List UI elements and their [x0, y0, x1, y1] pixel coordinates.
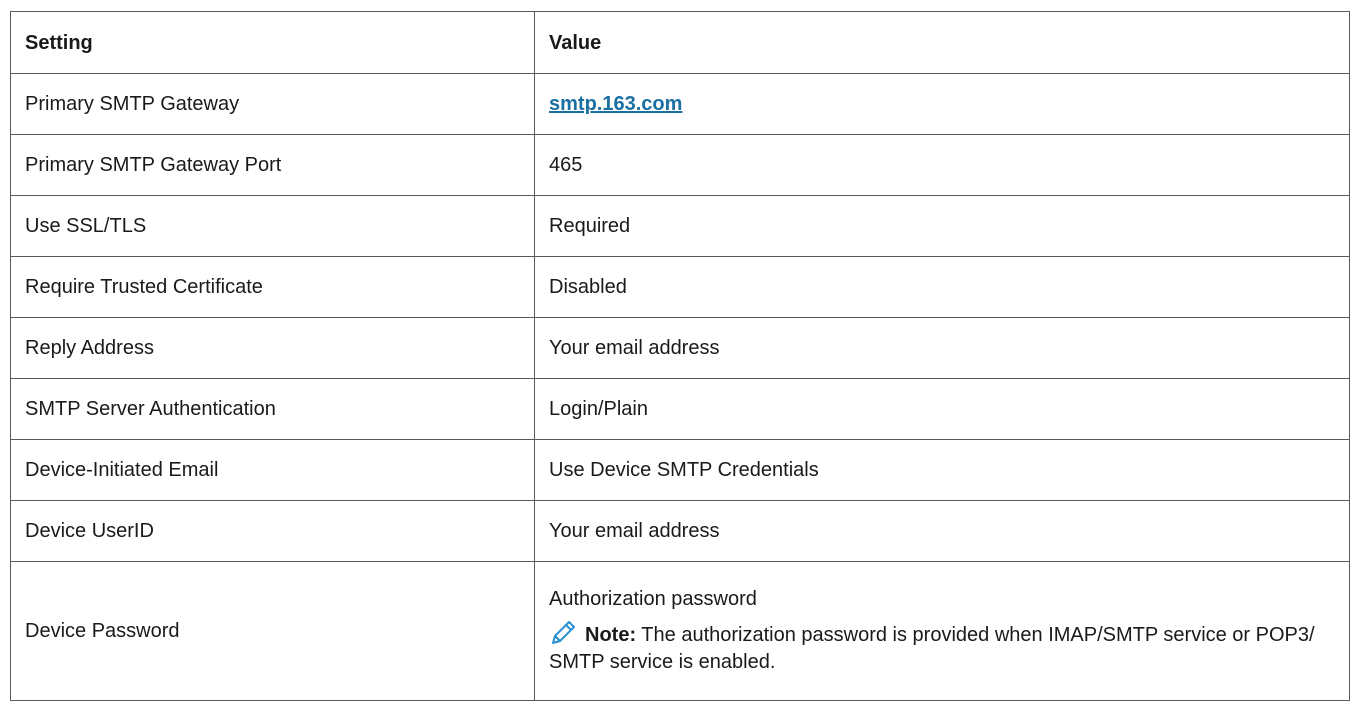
value-cell: Login/Plain: [534, 378, 1350, 440]
smtp-gateway-link[interactable]: smtp.163.com: [549, 93, 682, 115]
table-row: Reply Address Your email address: [10, 317, 1350, 379]
table-row: Device Password Authorization password N…: [10, 561, 1350, 701]
setting-cell: Use SSL/TLS: [10, 195, 535, 257]
setting-cell: Primary SMTP Gateway: [10, 73, 535, 135]
note: Note: The authorization password is prov…: [549, 617, 1335, 676]
value-cell: Disabled: [534, 256, 1350, 318]
setting-cell: SMTP Server Authentication: [10, 378, 535, 440]
table-row: Use SSL/TLS Required: [10, 195, 1350, 257]
table-row: Device UserID Your email address: [10, 500, 1350, 562]
value-cell: Required: [534, 195, 1350, 257]
setting-cell: Device-Initiated Email: [10, 439, 535, 501]
setting-cell: Reply Address: [10, 317, 535, 379]
value-cell: smtp.163.com: [534, 73, 1350, 135]
header-setting: Setting: [10, 11, 535, 74]
table-row: SMTP Server Authentication Login/Plain: [10, 378, 1350, 440]
setting-cell: Primary SMTP Gateway Port: [10, 134, 535, 196]
pencil-icon: [552, 620, 575, 644]
setting-cell: Device UserID: [10, 500, 535, 562]
note-label: Note:: [585, 623, 637, 646]
table-body: Primary SMTP Gateway smtp.163.com Primar…: [10, 73, 1350, 701]
setting-cell: Device Password: [10, 561, 535, 701]
header-row: Setting Value: [10, 11, 1350, 74]
table-row: Primary SMTP Gateway smtp.163.com: [10, 73, 1350, 135]
password-value: Authorization password: [549, 587, 757, 610]
note-text: The authorization password is provided w…: [549, 623, 1315, 673]
setting-cell: Require Trusted Certificate: [10, 256, 535, 318]
table-row: Require Trusted Certificate Disabled: [10, 256, 1350, 318]
header-value: Value: [534, 11, 1350, 74]
value-cell: 465: [534, 134, 1350, 196]
value-cell: Authorization password Note: The authori…: [534, 561, 1350, 701]
table-row: Primary SMTP Gateway Port 465: [10, 134, 1350, 196]
value-cell: Use Device SMTP Credentials: [534, 439, 1350, 501]
value-cell: Your email address: [534, 317, 1350, 379]
table-row: Device-Initiated Email Use Device SMTP C…: [10, 439, 1350, 501]
smtp-settings-table: Setting Value Primary SMTP Gateway smtp.…: [10, 11, 1350, 701]
table-header: Setting Value: [10, 11, 1350, 74]
value-cell: Your email address: [534, 500, 1350, 562]
